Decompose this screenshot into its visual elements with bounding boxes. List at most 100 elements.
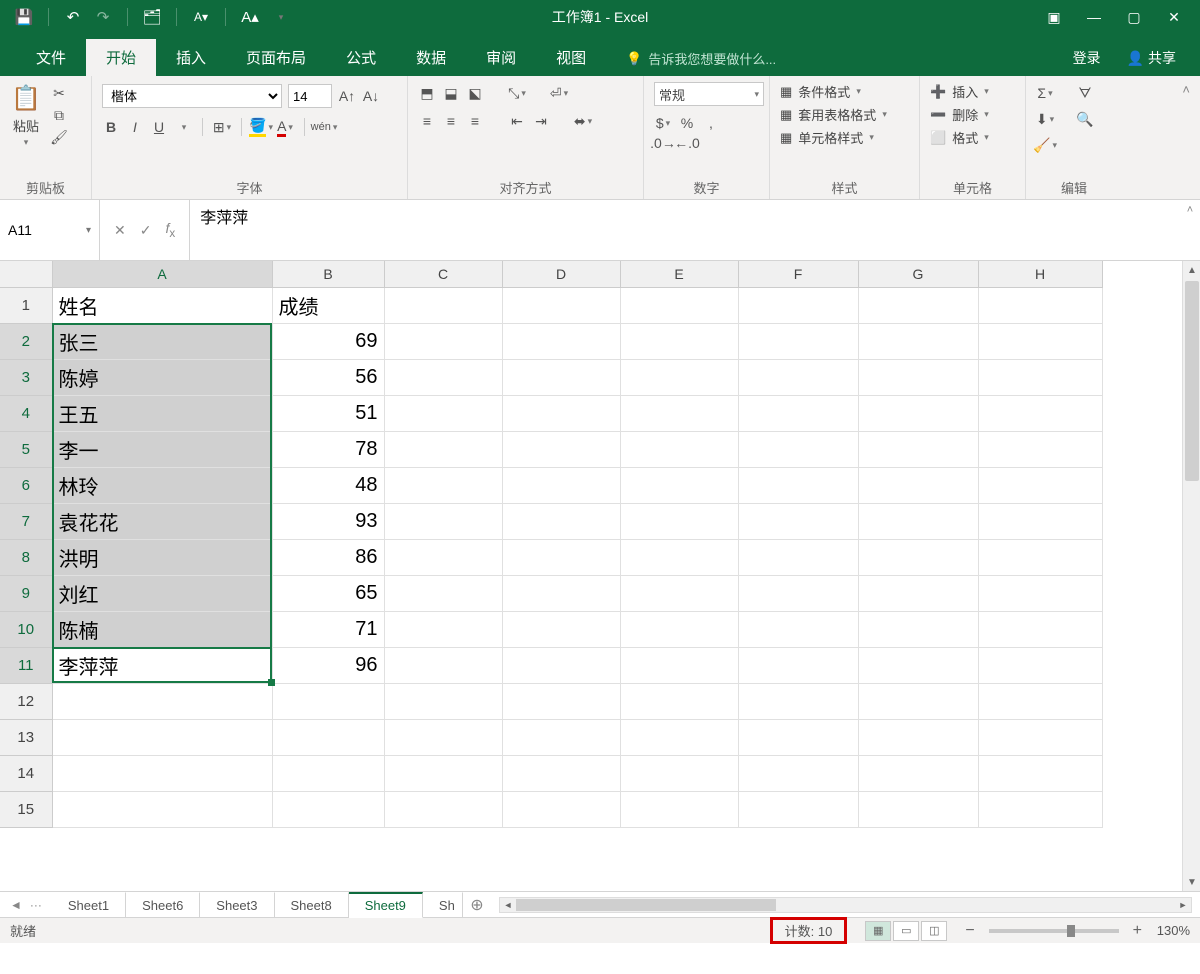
- login-button[interactable]: 登录: [1063, 40, 1111, 76]
- cell[interactable]: [858, 395, 978, 431]
- merge-button[interactable]: ⬌: [574, 112, 592, 130]
- cell[interactable]: [502, 575, 620, 611]
- tab-page-layout[interactable]: 页面布局: [226, 39, 326, 76]
- cell[interactable]: [738, 611, 858, 647]
- insert-cells-button[interactable]: ➕插入▾: [930, 82, 1015, 101]
- paste-button[interactable]: 📋 粘贴 ▾: [10, 82, 42, 148]
- row-header[interactable]: 5: [0, 431, 52, 467]
- cell[interactable]: [384, 395, 502, 431]
- spreadsheet-grid[interactable]: ABCDEFGH1姓名成绩2张三693陈婷564王五515李一786林玲487袁…: [0, 261, 1200, 891]
- font-name-select[interactable]: 楷体: [102, 84, 282, 108]
- cell[interactable]: 洪明: [52, 539, 272, 575]
- find-select-icon[interactable]: 🔍: [1076, 110, 1094, 128]
- cell[interactable]: [502, 647, 620, 683]
- select-all-corner[interactable]: [0, 261, 52, 287]
- cell[interactable]: [620, 503, 738, 539]
- align-left-icon[interactable]: ≡: [418, 112, 436, 130]
- cell[interactable]: [384, 503, 502, 539]
- formula-bar-expand-icon[interactable]: ˄: [1180, 200, 1200, 260]
- cell[interactable]: [384, 611, 502, 647]
- decrease-decimal-icon[interactable]: ←.0: [678, 134, 696, 152]
- cut-icon[interactable]: ✂: [50, 84, 68, 102]
- cell[interactable]: [858, 503, 978, 539]
- briefcase-icon[interactable]: 🗂: [142, 7, 162, 27]
- increase-decimal-icon[interactable]: .0→: [654, 134, 672, 152]
- cell[interactable]: [978, 719, 1102, 755]
- align-center-icon[interactable]: ≡: [442, 112, 460, 130]
- cell[interactable]: [978, 323, 1102, 359]
- page-layout-view-button[interactable]: ▭: [893, 921, 919, 941]
- cell[interactable]: [620, 755, 738, 791]
- cell[interactable]: 51: [272, 395, 384, 431]
- cell[interactable]: 陈楠: [52, 611, 272, 647]
- cell[interactable]: [858, 323, 978, 359]
- cell[interactable]: 96: [272, 647, 384, 683]
- tab-home[interactable]: 开始: [86, 39, 156, 76]
- cell[interactable]: [978, 467, 1102, 503]
- cell[interactable]: 林玲: [52, 467, 272, 503]
- cell[interactable]: [272, 719, 384, 755]
- row-header[interactable]: 13: [0, 719, 52, 755]
- cell[interactable]: 袁花花: [52, 503, 272, 539]
- row-header[interactable]: 7: [0, 503, 52, 539]
- cell[interactable]: [978, 287, 1102, 323]
- cell[interactable]: [978, 431, 1102, 467]
- cell[interactable]: [620, 467, 738, 503]
- cell[interactable]: [978, 503, 1102, 539]
- undo-icon[interactable]: ↶: [63, 7, 83, 27]
- row-header[interactable]: 4: [0, 395, 52, 431]
- percent-icon[interactable]: %: [678, 114, 696, 132]
- cell[interactable]: [738, 647, 858, 683]
- row-header[interactable]: 1: [0, 287, 52, 323]
- cell[interactable]: [978, 575, 1102, 611]
- cell[interactable]: [620, 575, 738, 611]
- sort-filter-icon[interactable]: ᗊ: [1076, 84, 1094, 102]
- autosum-icon[interactable]: Σ: [1036, 84, 1054, 102]
- cell[interactable]: [738, 503, 858, 539]
- cell[interactable]: 李一: [52, 431, 272, 467]
- clear-icon[interactable]: 🧹: [1036, 136, 1054, 154]
- row-header[interactable]: 8: [0, 539, 52, 575]
- page-break-view-button[interactable]: ◫: [921, 921, 947, 941]
- cell[interactable]: [502, 611, 620, 647]
- cell[interactable]: [978, 755, 1102, 791]
- decrease-indent-icon[interactable]: ⇤: [508, 112, 526, 130]
- cell[interactable]: [52, 719, 272, 755]
- tab-insert[interactable]: 插入: [156, 39, 226, 76]
- share-button[interactable]: 👤共享: [1117, 40, 1186, 76]
- zoom-out-button[interactable]: −: [961, 922, 978, 940]
- fill-color-button[interactable]: 🪣: [252, 118, 270, 136]
- cell[interactable]: [858, 791, 978, 827]
- cell[interactable]: [858, 755, 978, 791]
- scroll-up-icon[interactable]: ▲: [1183, 261, 1200, 279]
- cell[interactable]: [502, 539, 620, 575]
- underline-button[interactable]: U: [150, 118, 168, 136]
- row-header[interactable]: 10: [0, 611, 52, 647]
- column-header[interactable]: A: [52, 261, 272, 287]
- cell[interactable]: 71: [272, 611, 384, 647]
- sheet-tab[interactable]: Sh: [423, 892, 463, 917]
- cell[interactable]: 69: [272, 323, 384, 359]
- sheet-nav-prev-icon[interactable]: ◄: [10, 898, 22, 912]
- cell[interactable]: [858, 683, 978, 719]
- cell[interactable]: [738, 395, 858, 431]
- cell[interactable]: [502, 719, 620, 755]
- cell[interactable]: 56: [272, 359, 384, 395]
- fill-icon[interactable]: ⬇: [1036, 110, 1054, 128]
- cell[interactable]: [52, 791, 272, 827]
- enter-formula-icon[interactable]: ✓: [140, 222, 152, 239]
- cell[interactable]: [738, 359, 858, 395]
- cell[interactable]: [858, 719, 978, 755]
- currency-icon[interactable]: $: [654, 114, 672, 132]
- cell[interactable]: [978, 683, 1102, 719]
- close-button[interactable]: ✕: [1158, 5, 1190, 29]
- cell[interactable]: [384, 539, 502, 575]
- cell[interactable]: 48: [272, 467, 384, 503]
- cell[interactable]: [620, 791, 738, 827]
- orientation-icon[interactable]: ⤡: [508, 84, 526, 102]
- cell[interactable]: [384, 647, 502, 683]
- cell[interactable]: [858, 647, 978, 683]
- cell[interactable]: [620, 431, 738, 467]
- increase-indent-icon[interactable]: ⇥: [532, 112, 550, 130]
- cell[interactable]: [502, 683, 620, 719]
